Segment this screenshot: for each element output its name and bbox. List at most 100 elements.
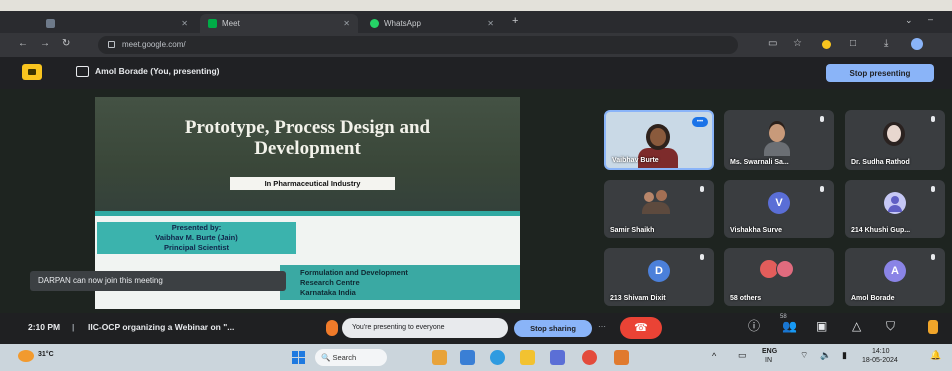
app-icon[interactable]	[614, 350, 629, 365]
windows-start-icon[interactable]	[292, 351, 305, 364]
avatar	[884, 192, 906, 214]
tab-close-icon[interactable]: ✕	[181, 19, 188, 28]
panel-icon[interactable]: □	[850, 38, 856, 50]
activities-icon[interactable]: △	[852, 319, 861, 333]
forward-icon[interactable]: →	[40, 38, 50, 50]
mic-off-icon	[700, 186, 704, 192]
participant-name: Ms. Swarnali Sa...	[730, 159, 789, 166]
tab-close-icon[interactable]: ✕	[343, 19, 350, 28]
chevron-down-icon[interactable]: ⌄	[905, 15, 913, 26]
participant-tile[interactable]: 214 Khushi Gup...	[845, 180, 945, 238]
browser-tab-meet[interactable]: Meet ✕	[200, 14, 358, 33]
volume-icon[interactable]: 🔈	[820, 350, 831, 361]
browser-tab[interactable]: ✕	[38, 14, 196, 33]
avatar-initial: A	[891, 265, 899, 277]
language-indicator[interactable]: ENG	[762, 348, 777, 355]
file-explorer-icon[interactable]	[520, 350, 535, 365]
speaking-indicator-icon: •••	[692, 117, 708, 127]
taskbar-search-input[interactable]: 🔍 Search	[315, 349, 387, 366]
slide-title-line: Prototype, Process Design and	[184, 117, 431, 138]
participant-photo	[887, 125, 901, 142]
participant-photo	[644, 192, 654, 202]
participant-tile[interactable]: Dr. Sudha Rathod	[845, 110, 945, 170]
participant-tile-others[interactable]: 58 others	[724, 248, 834, 306]
present-screen-icon	[76, 66, 89, 77]
leave-call-button[interactable]: ☎	[620, 317, 662, 339]
profile-avatar-icon[interactable]	[911, 38, 923, 50]
chrome-icon[interactable]	[582, 350, 597, 365]
taskbar-date[interactable]: 18-05-2024	[862, 357, 898, 364]
mic-off-icon	[931, 254, 935, 260]
site-info-icon[interactable]	[108, 41, 115, 48]
download-icon[interactable]: ⤓	[884, 38, 888, 50]
participant-tile[interactable]: D 213 Shivam Dixit	[604, 248, 714, 306]
participant-name: 213 Shivam Dixit	[610, 295, 666, 302]
raise-hand-icon[interactable]	[928, 320, 938, 334]
affiliation-line: Research Centre	[300, 278, 360, 287]
affiliation-box: Formulation and Development Research Cen…	[280, 265, 520, 300]
weather-icon[interactable]	[18, 350, 34, 362]
url-field[interactable]: meet.google.com/	[98, 36, 738, 54]
participant-tile[interactable]: V Vishakha Surve	[724, 180, 834, 238]
browser-tab-whatsapp[interactable]: WhatsApp ✕	[362, 14, 502, 33]
meeting-title: IIC-OCP organizing a Webinar on "...	[88, 322, 235, 332]
extension-icon[interactable]	[822, 40, 831, 49]
widgets-icon[interactable]	[432, 350, 447, 365]
participant-photo	[650, 128, 666, 146]
edge-icon[interactable]	[490, 350, 505, 365]
store-icon[interactable]	[550, 350, 565, 365]
slide-subtitle: In Pharmaceutical Industry	[230, 177, 395, 190]
battery-icon[interactable]: ▭	[738, 350, 747, 361]
new-tab-icon[interactable]: +	[512, 15, 518, 27]
presenting-person-icon	[326, 320, 338, 336]
windows-taskbar	[0, 344, 952, 371]
slide-divider	[95, 211, 520, 216]
chat-icon[interactable]: ▣	[816, 319, 827, 333]
task-view-icon[interactable]	[460, 350, 475, 365]
people-icon[interactable]: 👥	[782, 319, 797, 333]
participant-tile-self[interactable]: A Amol Borade	[845, 248, 945, 306]
avatar: A	[884, 260, 906, 282]
meet-logo-icon	[22, 64, 42, 80]
reload-icon[interactable]: ↻	[62, 38, 70, 50]
mic-off-icon	[931, 186, 935, 192]
stop-presenting-button[interactable]: Stop presenting	[826, 64, 934, 82]
participant-name: Samir Shaikh	[610, 227, 655, 234]
participant-photo	[656, 190, 667, 201]
wifi-icon[interactable]: ⌔	[800, 350, 808, 361]
battery-status-icon[interactable]: ▮	[842, 350, 847, 361]
presented-by-label: Presented by:	[171, 223, 222, 232]
back-icon[interactable]: ←	[18, 38, 28, 50]
participant-name: Dr. Sudha Rathod	[851, 159, 910, 166]
region-indicator[interactable]: IN	[765, 357, 772, 364]
tab-close-icon[interactable]: ✕	[487, 19, 494, 28]
participant-tile[interactable]: Ms. Swarnali Sa...	[724, 110, 834, 170]
host-controls-icon[interactable]: ⛉	[886, 319, 895, 333]
participant-name: Vishakha Surve	[730, 227, 783, 234]
mic-off-icon	[931, 116, 935, 122]
affiliation-line: Karnataka India	[300, 288, 356, 297]
weather-temperature[interactable]: 31°C	[38, 351, 54, 358]
chevron-up-icon[interactable]: ^	[712, 351, 716, 361]
participant-name: Vaibhav Burte	[612, 157, 659, 164]
phone-hangup-icon: ☎	[634, 322, 648, 334]
taskbar-clock[interactable]: 14:10	[872, 348, 890, 355]
participant-tile[interactable]: Samir Shaikh	[604, 180, 714, 238]
slide-title-line: Development	[254, 138, 361, 159]
stop-sharing-button[interactable]: Stop sharing	[514, 320, 592, 337]
presenter-label: Amol Borade (You, presenting)	[95, 66, 220, 76]
presenting-notice: You're presenting to everyone	[342, 318, 508, 338]
affiliation-line: Formulation and Development	[300, 268, 408, 277]
participant-tile[interactable]: ••• Vaibhav Burte	[604, 110, 714, 170]
star-icon[interactable]: ☆	[793, 38, 802, 50]
separator: |	[72, 322, 75, 332]
notifications-icon[interactable]: 🔔	[930, 350, 941, 361]
more-options-icon[interactable]: ⋯	[598, 322, 606, 331]
meet-favicon-icon	[208, 19, 217, 28]
avatar-initial: V	[775, 197, 783, 209]
cast-icon[interactable]: ▭	[768, 38, 777, 50]
tab-label: Meet	[222, 19, 240, 28]
minimize-icon[interactable]: –	[928, 14, 933, 24]
mic-off-icon	[820, 186, 824, 192]
meeting-info-icon[interactable]: ⓘ	[748, 319, 760, 333]
